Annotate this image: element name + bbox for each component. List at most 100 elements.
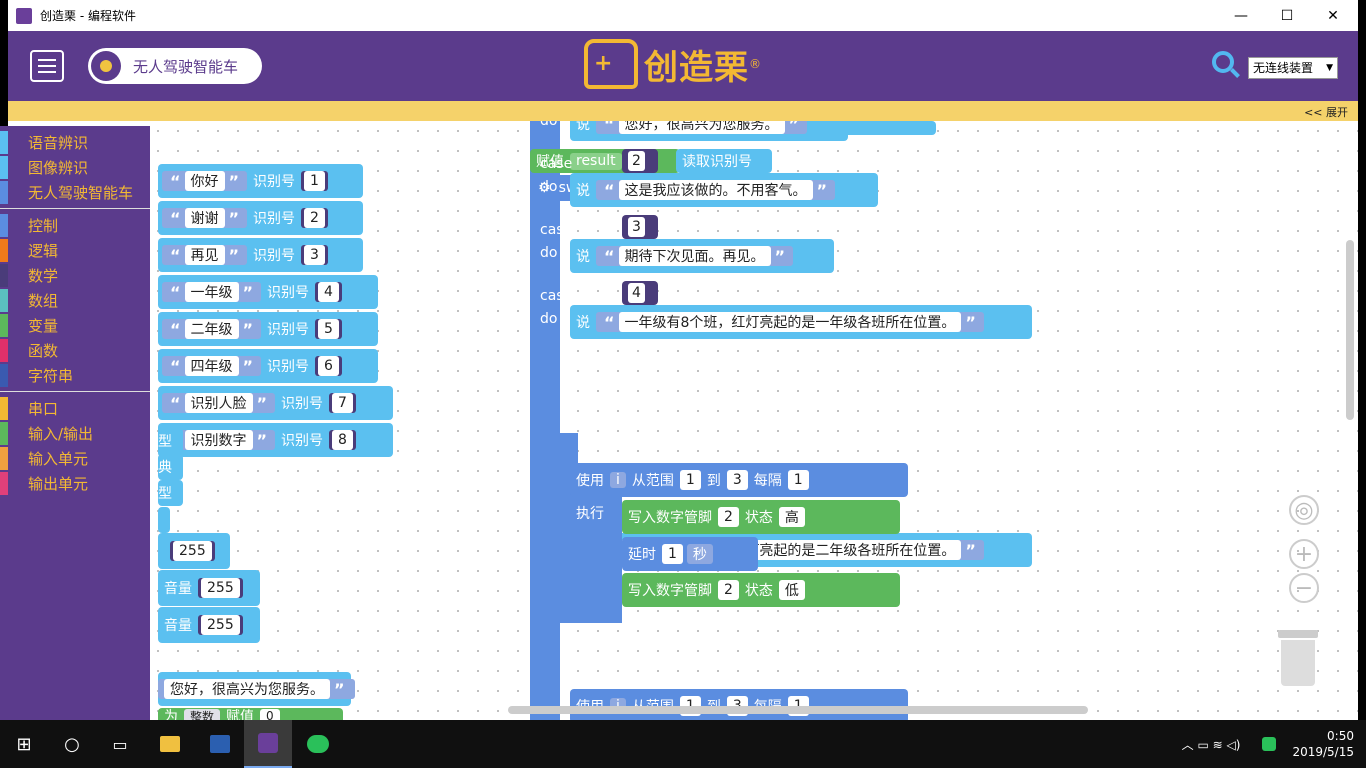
partial-block[interactable]: [158, 507, 170, 533]
speech-word-block[interactable]: “识别人脸” 识别号 7: [158, 386, 393, 420]
delay-value[interactable]: 1: [662, 544, 683, 564]
say-text[interactable]: 您好，很高兴为您服务。: [618, 121, 785, 134]
loop-var[interactable]: i: [610, 472, 626, 488]
speech-word-block[interactable]: “识别数字”识别号8: [158, 423, 393, 457]
id-number[interactable]: 4: [318, 282, 339, 302]
speech-word[interactable]: 再见: [184, 245, 225, 265]
category-item[interactable]: 控制: [0, 213, 150, 238]
minimize-button[interactable]: —: [1218, 0, 1264, 31]
say-text[interactable]: 期待下次见面。再见。: [618, 246, 771, 266]
cortana-icon[interactable]: ○: [48, 720, 96, 768]
category-item[interactable]: 数学: [0, 263, 150, 288]
speech-word-block[interactable]: “二年级” 识别号 5: [158, 312, 378, 346]
say-block[interactable]: 说 “一年级有8个班，红灯亮起的是一年级各班所在位置。”: [570, 305, 1032, 339]
ime-icon[interactable]: [1258, 720, 1280, 768]
word-icon[interactable]: [196, 720, 244, 768]
expand-button[interactable]: << 展开: [1304, 104, 1348, 120]
assign-block[interactable]: 为整数 赋值 0: [158, 708, 343, 720]
loop-end[interactable]: 3: [726, 470, 748, 490]
file-explorer-icon[interactable]: [146, 720, 194, 768]
horizontal-scrollbar[interactable]: [508, 706, 1088, 714]
category-item[interactable]: 图像辨识: [0, 155, 150, 180]
volume-block[interactable]: 音量 255: [158, 607, 260, 643]
delay-block[interactable]: 延时 1 秒: [622, 537, 758, 571]
id-number[interactable]: 7: [332, 393, 353, 413]
category-item[interactable]: 语音辨识: [0, 130, 150, 155]
category-item[interactable]: 字符串: [0, 363, 150, 388]
say-text[interactable]: 您好，很高兴为您服务。: [164, 679, 330, 699]
category-item[interactable]: 输出单元: [0, 471, 150, 496]
case-number[interactable]: 2: [628, 151, 645, 171]
zoom-in-icon[interactable]: +: [1289, 539, 1319, 569]
case-value-block[interactable]: 2: [622, 149, 658, 173]
volume-value[interactable]: 255: [173, 541, 212, 561]
app-taskbar-icon[interactable]: [244, 720, 292, 768]
loop-step[interactable]: 1: [787, 470, 809, 490]
id-number[interactable]: 1: [304, 171, 325, 191]
say-block[interactable]: 您好，很高兴为您服务。”: [158, 672, 355, 706]
pin-select[interactable]: 2: [718, 507, 739, 527]
category-item[interactable]: 输入/输出: [0, 421, 150, 446]
id-number[interactable]: 2: [304, 208, 325, 228]
case-number[interactable]: 4: [628, 283, 645, 303]
speech-word-block[interactable]: “再见” 识别号 3: [158, 238, 363, 272]
close-button[interactable]: ✕: [1310, 0, 1356, 31]
device-button[interactable]: 无人驾驶智能车: [88, 48, 262, 84]
speech-word-block[interactable]: “谢谢” 识别号 2: [158, 201, 363, 235]
id-number[interactable]: 6: [318, 356, 339, 376]
category-item[interactable]: 输入单元: [0, 446, 150, 471]
read-id-block[interactable]: 读取识别号: [676, 149, 772, 173]
case-value-block[interactable]: 3: [622, 215, 658, 239]
id-number[interactable]: 3: [304, 245, 325, 265]
digital-write-block[interactable]: 写入数字管脚 2 状态高: [622, 500, 900, 534]
delay-unit[interactable]: 秒: [686, 544, 713, 564]
case-value-block[interactable]: 4: [622, 281, 658, 305]
category-item[interactable]: 函数: [0, 338, 150, 363]
speech-word-block[interactable]: “四年级” 识别号 6: [158, 349, 378, 383]
state-select[interactable]: 高: [778, 507, 805, 527]
partial-block[interactable]: 典: [158, 454, 183, 480]
say-block[interactable]: 说 “您好，很高兴为您服务。”: [570, 121, 848, 141]
maximize-button[interactable]: ☐: [1264, 0, 1310, 31]
speech-word-block[interactable]: “你好” 识别号 1: [158, 164, 363, 198]
state-select[interactable]: 低: [778, 580, 805, 600]
recenter-icon[interactable]: ◎: [1289, 495, 1319, 525]
for-loop-block[interactable]: 使用i从范围1到3每隔1: [570, 689, 908, 720]
say-block[interactable]: 说 “期待下次见面。再见。”: [570, 239, 834, 273]
say-text[interactable]: 这是我应该做的。不用客气。: [618, 180, 813, 200]
say-block[interactable]: 说 “这是我应该做的。不用客气。”: [570, 173, 878, 207]
speech-word[interactable]: 四年级: [184, 356, 239, 376]
trash-icon[interactable]: [1278, 630, 1318, 686]
category-item[interactable]: 逻辑: [0, 238, 150, 263]
category-item[interactable]: 数组: [0, 288, 150, 313]
tray-icons[interactable]: ︿ ▭ ≋ ◁): [1156, 720, 1266, 768]
say-text[interactable]: 一年级有8个班，红灯亮起的是一年级各班所在位置。: [618, 312, 962, 332]
speech-word[interactable]: 一年级: [184, 282, 239, 302]
volume-block[interactable]: 音量 255: [158, 570, 260, 606]
volume-value[interactable]: 255: [201, 578, 240, 598]
id-number[interactable]: 8: [332, 430, 353, 450]
device-select[interactable]: 无连线装置: [1248, 57, 1338, 79]
speech-word[interactable]: 识别人脸: [184, 393, 253, 413]
search-icon[interactable]: [1212, 51, 1234, 73]
volume-block[interactable]: 255: [158, 533, 230, 569]
volume-value[interactable]: 255: [201, 615, 240, 635]
category-item[interactable]: 无人驾驶智能车: [0, 180, 150, 205]
assign-value[interactable]: 0: [260, 709, 280, 720]
partial-block[interactable]: 型: [158, 428, 183, 454]
loop-start[interactable]: 1: [679, 470, 701, 490]
task-view-icon[interactable]: ▭: [96, 720, 144, 768]
vertical-scrollbar[interactable]: [1346, 240, 1354, 420]
speech-word[interactable]: 二年级: [184, 319, 239, 339]
speech-word-block[interactable]: “一年级” 识别号 4: [158, 275, 378, 309]
block-workspace[interactable]: “你好” 识别号 1 “谢谢” 识别号 2 “再见” 识别号 3 “一年级” 识别号 4 “二年级” 识别…: [8, 121, 1358, 720]
windows-start-icon[interactable]: ⊞: [0, 720, 48, 768]
category-item[interactable]: 变量: [0, 313, 150, 338]
menu-button[interactable]: [30, 50, 64, 82]
speech-word[interactable]: 谢谢: [184, 208, 225, 228]
speech-word[interactable]: 识别数字: [184, 430, 253, 450]
pin-select[interactable]: 2: [718, 580, 739, 600]
speech-word[interactable]: 你好: [184, 171, 225, 191]
zoom-out-icon[interactable]: −: [1289, 573, 1319, 603]
id-number[interactable]: 5: [318, 319, 339, 339]
